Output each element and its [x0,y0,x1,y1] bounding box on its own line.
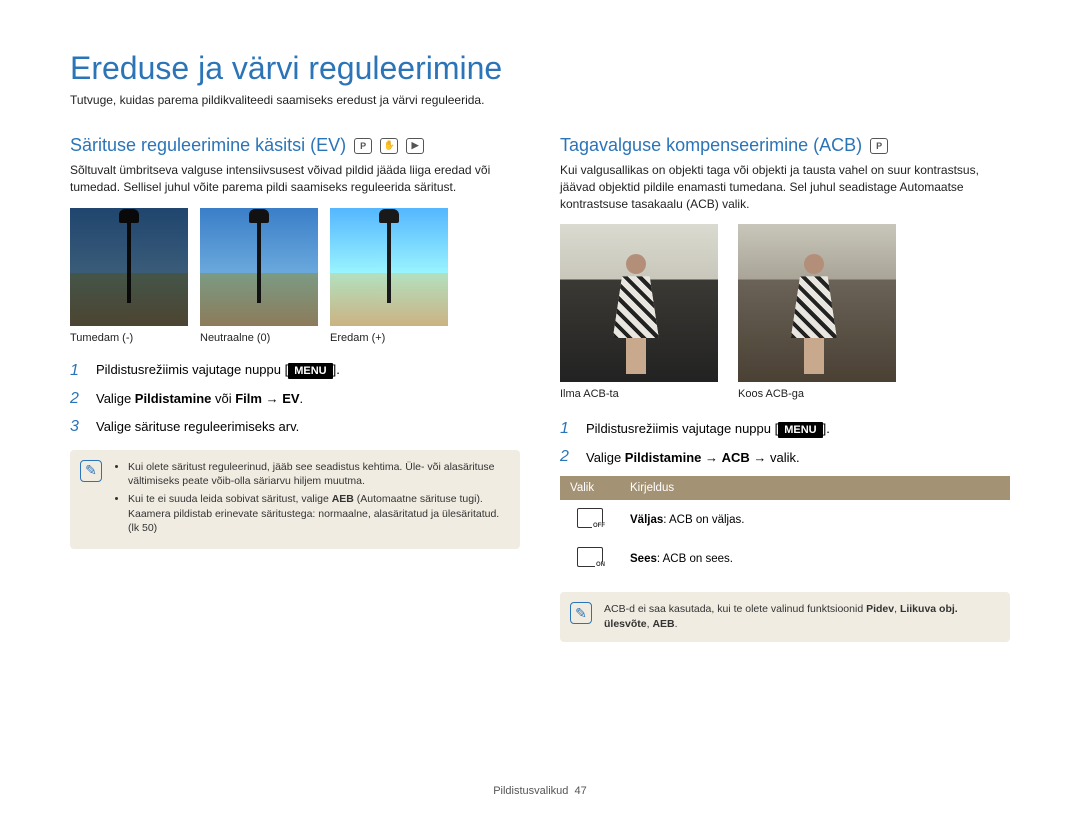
page-subtitle: Tutvuge, kuidas parema pildikvaliteedi s… [70,93,1010,107]
example-image-bright [330,208,448,326]
acb-steps: 1 Pildistusrežiimis vajutage nuppu [MENU… [560,420,1010,466]
section-heading-ev-text: Särituse reguleerimine käsitsi (EV) [70,135,346,156]
caption-no-acb: Ilma ACB-ta [560,388,718,400]
note-text: ACB-d ei saa kasutada, kui te olete vali… [604,602,998,631]
step-number: 1 [70,362,86,380]
option-text: : ACB on väljas. [663,514,744,526]
note-item: Kui te ei suuda leida sobivat säritust, … [128,492,508,536]
caption-bright: Eredam (+) [330,332,448,344]
mode-icon-video: ▶ [406,138,424,154]
step-text: Valige särituse reguleerimiseks arv. [96,419,299,434]
acb-step-1: 1 Pildistusrežiimis vajutage nuppu [MENU… [560,420,1010,438]
menu-button-badge: MENU [778,422,822,438]
menu-button-badge: MENU [288,363,332,379]
note-icon: ✎ [570,602,592,624]
example-image-with-acb [738,224,896,382]
section-heading-acb: Tagavalguse kompenseerimine (ACB) P [560,135,1010,156]
option-text: : ACB on sees. [657,553,733,565]
caption-with-acb: Koos ACB-ga [738,388,896,400]
option-label: Väljas [630,514,663,526]
section-heading-acb-text: Tagavalguse kompenseerimine (ACB) [560,135,862,156]
section-desc-acb: Kui valgusallikas on objekti taga või ob… [560,162,1010,212]
left-column: Särituse reguleerimine käsitsi (EV) P ✋ … [70,135,520,642]
caption-neutral: Neutraalne (0) [200,332,318,344]
mode-icon-hand: ✋ [380,138,398,154]
option-label: Sees [630,553,657,565]
mode-icon-p: P [354,138,372,154]
note-box-acb: ✎ ACB-d ei saa kasutada, kui te olete va… [560,592,1010,641]
step-text: Valige Pildistamine → ACB → valik. [586,450,800,465]
example-image-no-acb [560,224,718,382]
acb-examples [560,224,1010,382]
right-column: Tagavalguse kompenseerimine (ACB) P Kui … [560,135,1010,642]
exposure-examples [70,208,520,326]
ev-step-3: 3 Valige särituse reguleerimiseks arv. [70,418,520,436]
mode-icon-p: P [870,138,888,154]
ev-step-2: 2 Valige Pildistamine või Film → EV. [70,390,520,408]
ev-steps: 1 Pildistusrežiimis vajutage nuppu [MENU… [70,362,520,436]
caption-dark: Tumedam (-) [70,332,188,344]
step-number: 3 [70,418,86,436]
acb-on-icon [577,547,603,567]
step-text: Valige Pildistamine või Film → EV. [96,391,303,406]
note-icon: ✎ [80,460,102,482]
step-text: Pildistusrežiimis vajutage nuppu [MENU]. [586,421,830,438]
table-row: Väljas: ACB on väljas. [560,500,1010,539]
step-text: Pildistusrežiimis vajutage nuppu [MENU]. [96,362,340,379]
ev-step-1: 1 Pildistusrežiimis vajutage nuppu [MENU… [70,362,520,380]
acb-options-table: Valik Kirjeldus Väljas: ACB on väljas. S… [560,476,1010,578]
section-desc-ev: Sõltuvalt ümbritseva valguse intensiivsu… [70,162,520,196]
table-row: Sees: ACB on sees. [560,539,1010,578]
step-number: 1 [560,420,576,438]
table-header-desc: Kirjeldus [620,476,1010,500]
example-image-neutral [200,208,318,326]
footer-page-number: 47 [575,785,587,797]
page-footer: Pildistusvalikud 47 [0,785,1080,797]
step-number: 2 [560,448,576,466]
step-number: 2 [70,390,86,408]
acb-step-2: 2 Valige Pildistamine → ACB → valik. [560,448,1010,466]
footer-section: Pildistusvalikud [493,785,568,797]
table-header-option: Valik [560,476,620,500]
note-item: Kui olete säritust reguleerinud, jääb se… [128,460,508,489]
note-box-ev: ✎ Kui olete säritust reguleerinud, jääb … [70,450,520,549]
page-title: Ereduse ja värvi reguleerimine [70,50,1010,87]
section-heading-ev: Särituse reguleerimine käsitsi (EV) P ✋ … [70,135,520,156]
acb-off-icon [577,508,603,528]
example-image-dark [70,208,188,326]
